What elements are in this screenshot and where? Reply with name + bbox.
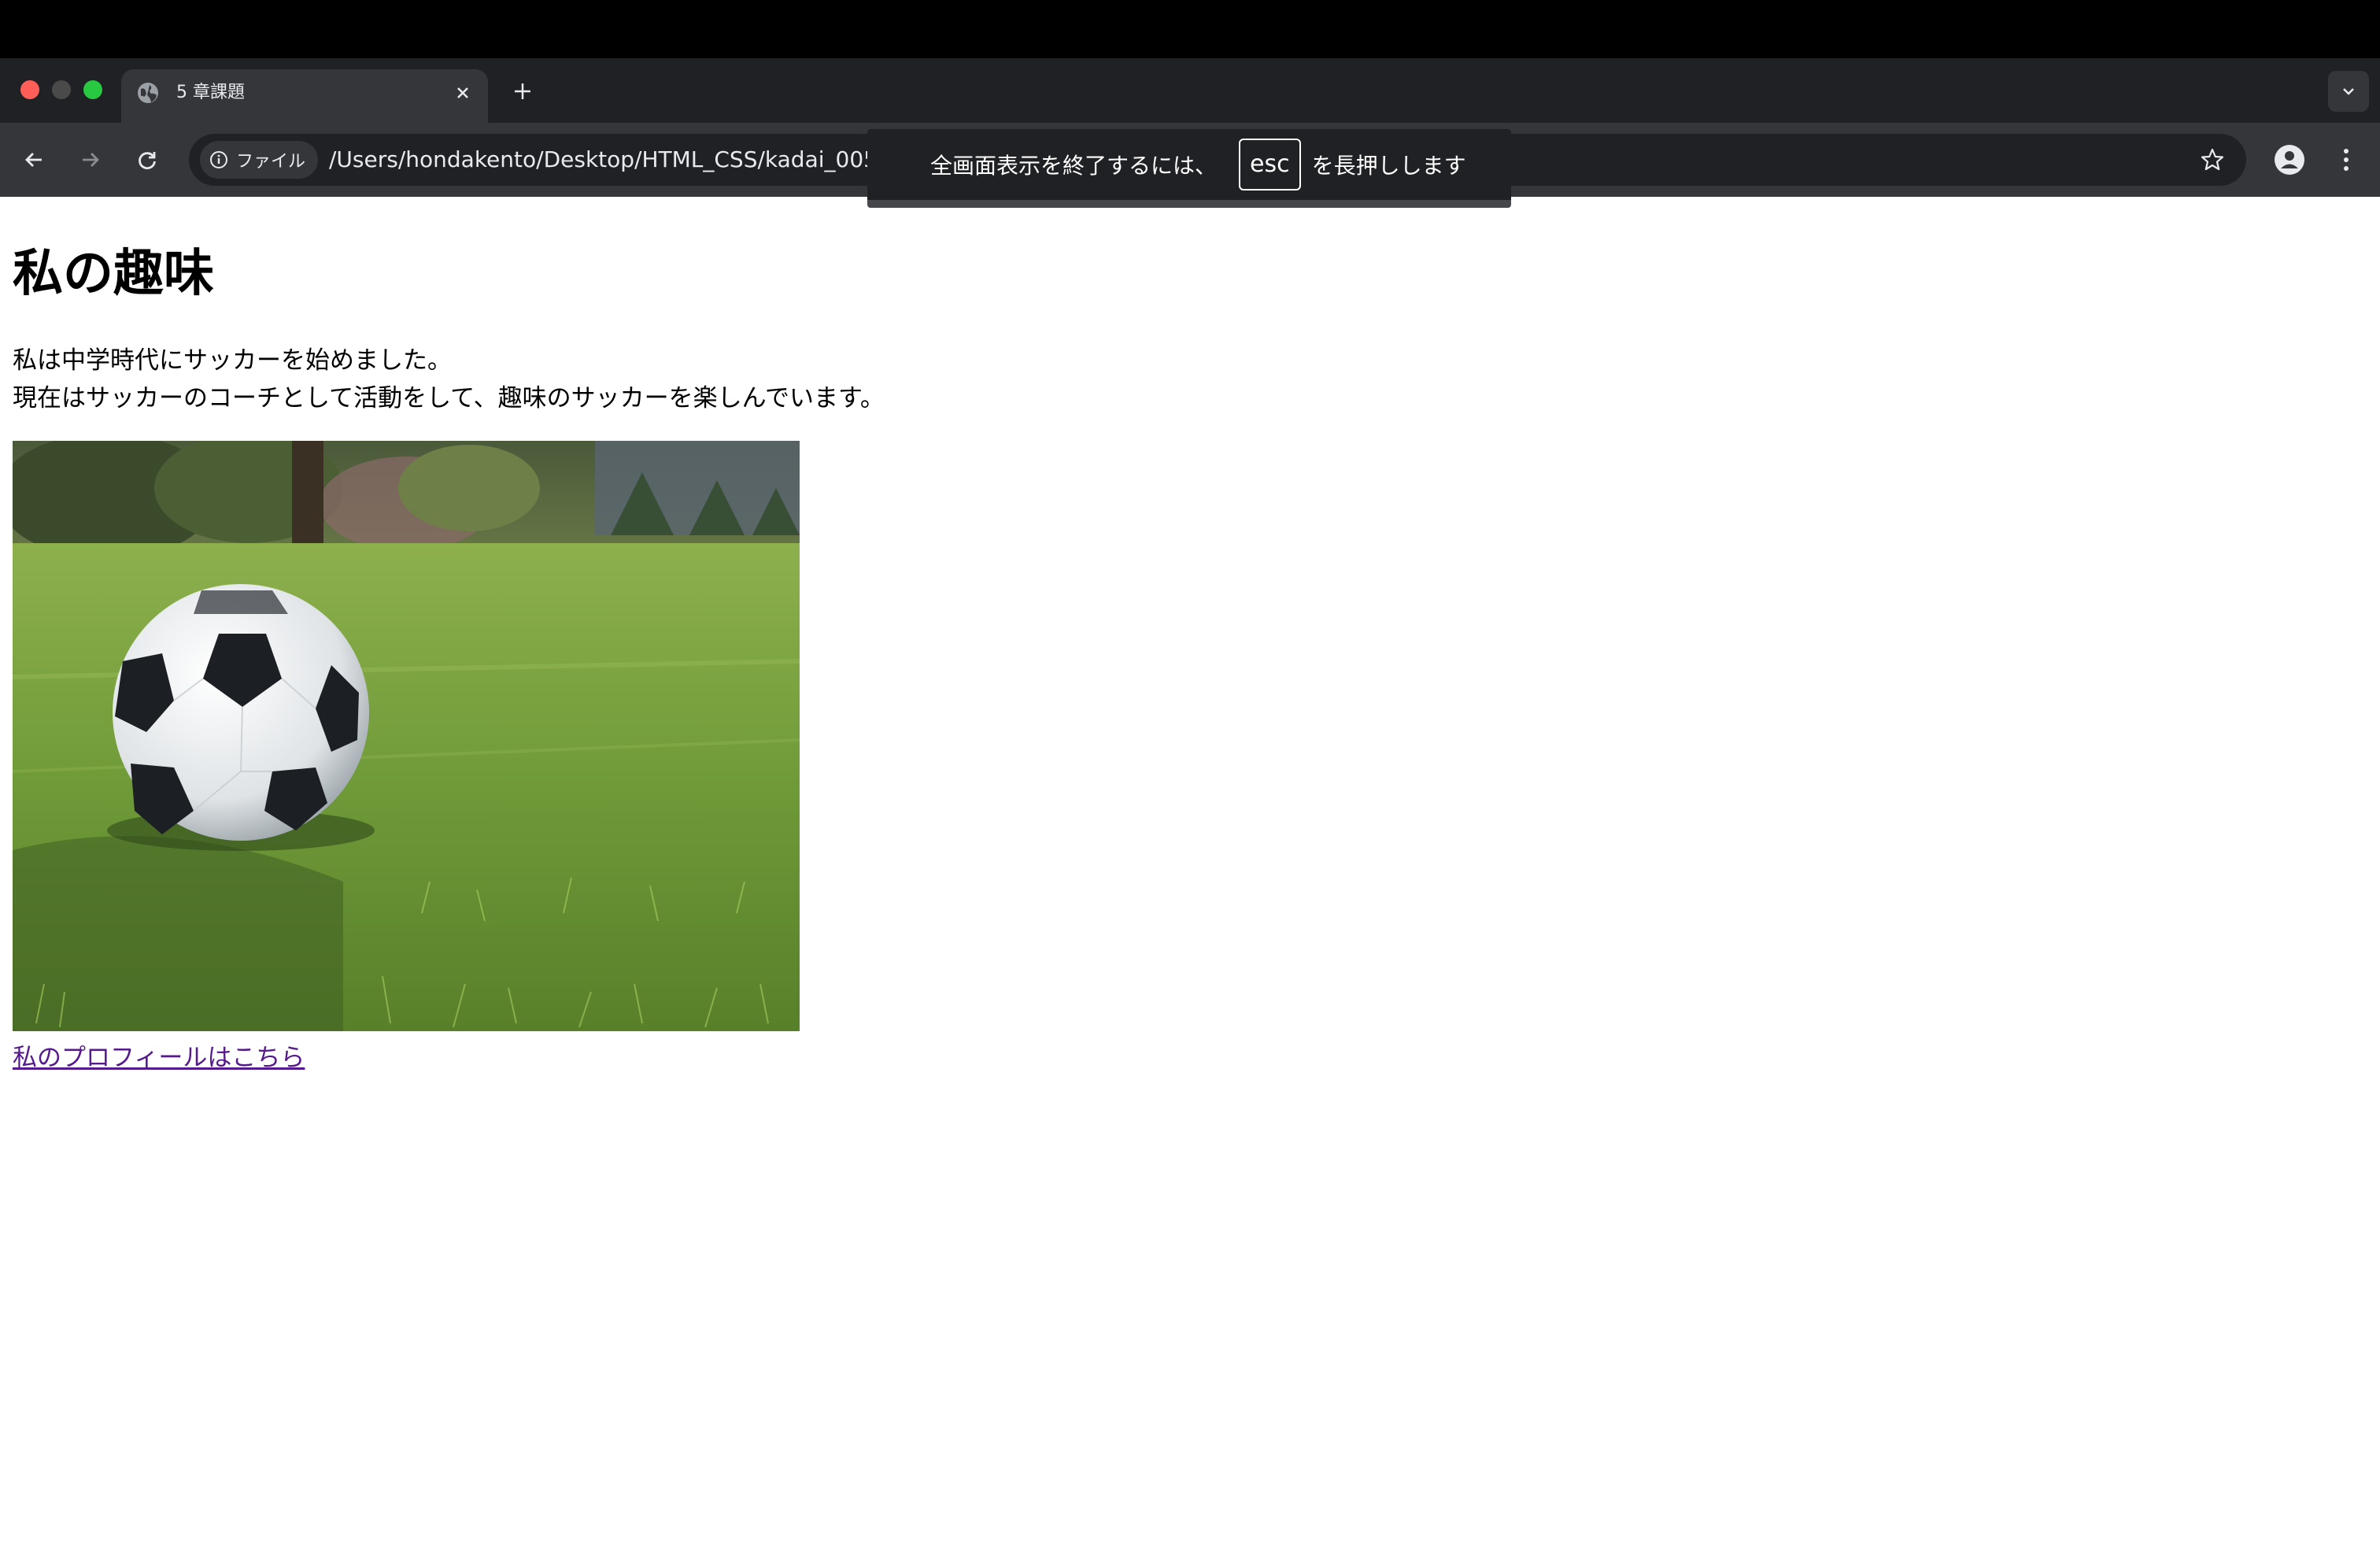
site-info-chip[interactable]: ファイル <box>200 141 318 179</box>
tab-title: 5 章課題 <box>176 83 245 102</box>
globe-icon <box>135 80 161 105</box>
soccer-ball-photo <box>13 441 800 1031</box>
intro-line-1: 私は中学時代にサッカーを始めました。 <box>13 346 452 375</box>
fullscreen-notice-text-after: を長押しします <box>1311 153 1466 179</box>
chevron-down-icon <box>2343 88 2354 95</box>
profile-button[interactable] <box>2273 143 2306 176</box>
page-title: 私の趣味 <box>13 245 214 303</box>
esc-key-label: esc <box>1239 139 1301 190</box>
arrow-left-icon <box>25 153 42 167</box>
window-close-button[interactable] <box>20 80 39 99</box>
bookmark-star-button[interactable] <box>2194 142 2230 178</box>
avatar-icon <box>2275 145 2304 175</box>
screen-top-bar <box>0 0 2380 58</box>
info-icon <box>210 151 227 168</box>
site-info-label: ファイル <box>236 152 306 172</box>
back-button[interactable] <box>16 142 52 178</box>
reload-button[interactable] <box>129 142 165 178</box>
window-minimize-button[interactable] <box>52 80 71 99</box>
browser-menu-button[interactable] <box>2328 142 2364 178</box>
url-text[interactable]: /Users/hondakento/Desktop/HTML_CSS/kadai… <box>329 134 955 186</box>
active-tab[interactable]: 5 章課題 <box>121 69 488 123</box>
tab-search-button[interactable] <box>2328 71 2369 112</box>
close-icon[interactable] <box>450 80 475 105</box>
intro-line-2: 現在はサッカーのコーチとして活動をして、趣味のサッカーを楽しんでいます。 <box>13 384 885 412</box>
window-zoom-button[interactable] <box>83 80 102 99</box>
fullscreen-notice-text-before: 全画面表示を終了するには、 <box>930 153 1218 179</box>
profile-link[interactable]: 私のプロフィールはこちら <box>13 1039 305 1077</box>
forward-button[interactable] <box>72 142 109 178</box>
new-tab-button[interactable] <box>507 76 538 107</box>
arrow-right-icon <box>83 153 99 167</box>
fullscreen-exit-notice: 全画面表示を終了するには、 esc を長押しします <box>867 129 1511 208</box>
more-vert-icon <box>2344 149 2349 171</box>
star-icon <box>2201 148 2224 171</box>
reload-icon <box>139 152 156 170</box>
